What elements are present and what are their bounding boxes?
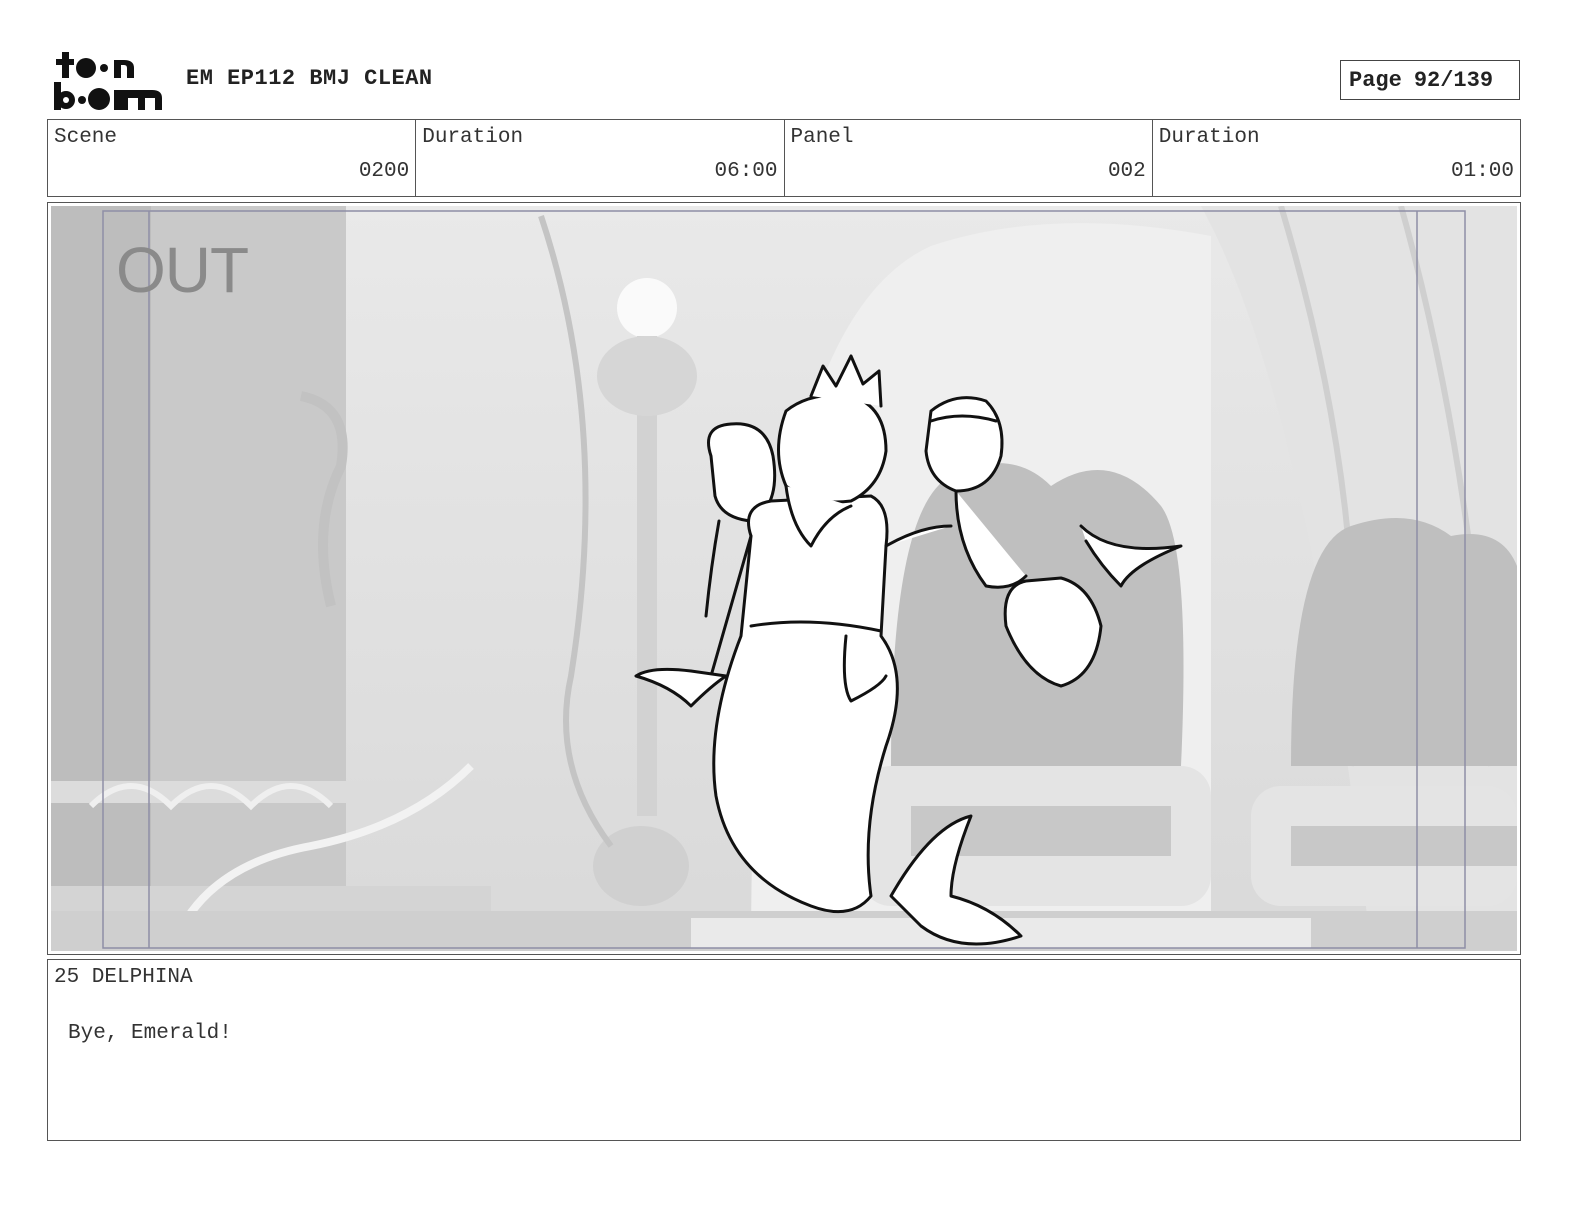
document-title: EM EP112 BMJ CLEAN xyxy=(186,66,433,91)
storyboard-panel: OUT xyxy=(47,202,1521,955)
panel-value: 002 xyxy=(1107,160,1146,183)
page-label: Page xyxy=(1349,67,1402,93)
panel-label: Panel xyxy=(790,126,854,149)
page-indicator: Page 92/139 xyxy=(1340,60,1520,100)
dialogue-box: 25 DELPHINA Bye, Emerald! xyxy=(47,959,1521,1141)
scene-info-row: Scene 0200 Duration 06:00 Panel 002 Dura… xyxy=(47,119,1521,197)
panel-drawing xyxy=(51,206,1517,951)
page-number: 92/139 xyxy=(1413,67,1494,93)
toon-boom-logo xyxy=(52,50,164,112)
dialogue-speaker: 25 DELPHINA xyxy=(54,966,193,989)
scene-duration-cell: Duration 06:00 xyxy=(416,120,785,196)
scene-cell: Scene 0200 xyxy=(48,120,417,196)
scene-value: 0200 xyxy=(358,160,410,183)
dialogue-line: Bye, Emerald! xyxy=(68,1022,232,1045)
panel-cell: Panel 002 xyxy=(785,120,1153,196)
camera-out-label: OUT xyxy=(116,234,249,306)
panel-duration-cell: Duration 01:00 xyxy=(1153,120,1520,196)
panel-duration-label: Duration xyxy=(1158,126,1260,149)
scene-duration-value: 06:00 xyxy=(714,160,778,183)
scene-duration-label: Duration xyxy=(422,126,524,149)
panel-duration-value: 01:00 xyxy=(1450,160,1514,183)
scene-label: Scene xyxy=(54,126,118,149)
